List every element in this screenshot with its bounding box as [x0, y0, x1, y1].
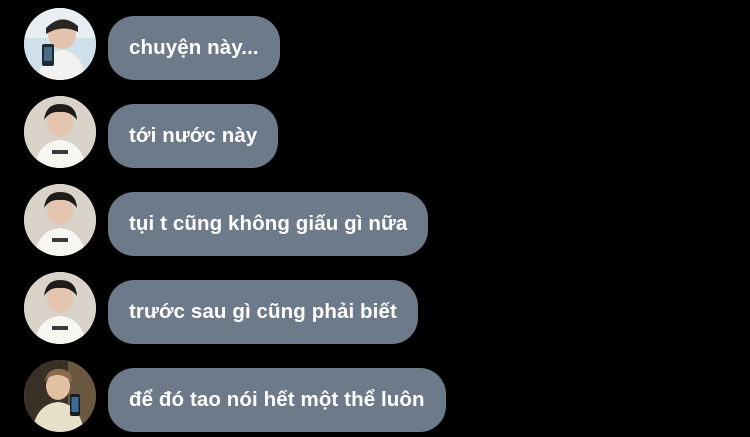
avatar-photo-icon [24, 184, 96, 256]
avatar-photo-icon [24, 8, 96, 80]
message-row: để đó tao nói hết một thể luôn [0, 360, 750, 432]
avatar[interactable] [24, 360, 96, 432]
avatar-photo-icon [24, 96, 96, 168]
avatar[interactable] [24, 184, 96, 256]
avatar[interactable] [24, 8, 96, 80]
message-bubble[interactable]: chuyện này... [108, 16, 280, 80]
message-bubble[interactable]: để đó tao nói hết một thể luôn [108, 368, 446, 432]
avatar[interactable] [24, 272, 96, 344]
message-row: tới nước này [0, 96, 750, 168]
message-row: trước sau gì cũng phải biết [0, 272, 750, 344]
message-row: chuyện này... [0, 8, 750, 80]
message-bubble[interactable]: tới nước này [108, 104, 279, 168]
message-bubble[interactable]: trước sau gì cũng phải biết [108, 280, 418, 344]
avatar-photo-icon [24, 360, 96, 432]
message-bubble[interactable]: tụi t cũng không giấu gì nữa [108, 192, 429, 256]
avatar-photo-icon [24, 272, 96, 344]
avatar[interactable] [24, 96, 96, 168]
message-row: tụi t cũng không giấu gì nữa [0, 184, 750, 256]
